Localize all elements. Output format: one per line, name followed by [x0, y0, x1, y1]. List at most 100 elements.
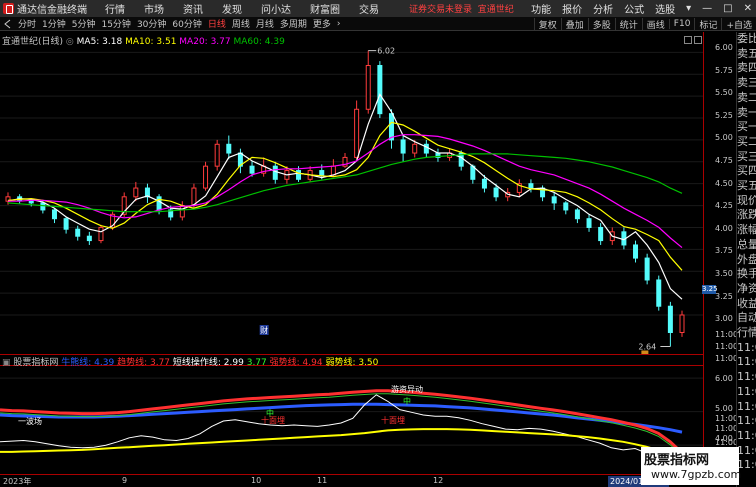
candle-body: [203, 165, 209, 189]
date-label: 12: [433, 476, 444, 485]
hot-money-annotation: 游资异动: [391, 384, 423, 394]
app-title: 通达信金融终端: [17, 5, 87, 16]
price-tick: 3.75: [715, 246, 733, 256]
candle-body: [226, 143, 232, 154]
candle-body: [412, 143, 418, 154]
period-60min[interactable]: 60分钟: [169, 17, 204, 30]
candle-body: [330, 165, 336, 176]
price-axis: 6.00 5.75 5.50 5.25 5.00 4.75 4.50 4.25 4.00 3.75…: [703, 32, 739, 474]
stats-button[interactable]: 统计: [614, 17, 642, 31]
candle-body: [40, 202, 46, 211]
price-tick: 4.50: [715, 178, 733, 188]
trend-line: [0, 389, 684, 454]
f10-button[interactable]: F10: [668, 19, 695, 29]
menu-stock-pick[interactable]: 选股: [655, 1, 675, 16]
menu-function[interactable]: 功能: [531, 1, 551, 16]
quote-field: 涨幅: [737, 223, 756, 237]
candle-body: [388, 113, 394, 141]
candle-body: [98, 226, 104, 242]
menu-ask[interactable]: 问小达: [261, 1, 291, 16]
overlay-button[interactable]: 叠加: [560, 17, 588, 31]
menubar: 通达信金融终端 行情 市场 资讯 发现 问小达 财富圈 交易 证券交易未登录 宜…: [0, 0, 756, 17]
candle-body: [644, 257, 650, 281]
price-tick: 3.50: [715, 269, 733, 278]
menu-discover[interactable]: 发现: [222, 1, 242, 16]
login-warning[interactable]: 证券交易未登录 宜通世纪: [409, 2, 514, 15]
quote-field: 11:00: [737, 399, 756, 413]
menu-analysis[interactable]: 分析: [593, 1, 613, 16]
date-label: 11: [317, 476, 328, 485]
mark-button[interactable]: 标记: [694, 17, 721, 31]
maximize-icon[interactable]: □: [723, 3, 732, 14]
price-tick: 5.50: [715, 88, 733, 98]
indicator-tick: 6.00: [715, 374, 733, 383]
menu-formula[interactable]: 公式: [624, 1, 644, 16]
time-tick: 11:00: [715, 330, 739, 339]
candle-body: [377, 65, 383, 115]
chevron-right-icon[interactable]: ›: [334, 19, 344, 29]
price-tick: 3.00: [715, 314, 733, 324]
menu-quote[interactable]: 报价: [562, 1, 582, 16]
menu-bazaar[interactable]: 市场: [144, 1, 164, 16]
period-1min[interactable]: 1分钟: [39, 17, 69, 30]
multi-stock-button[interactable]: 多股: [587, 17, 615, 31]
period-tick[interactable]: 分时: [15, 17, 39, 30]
back-icon[interactable]: [3, 19, 13, 29]
quote-field: 买一: [737, 120, 756, 134]
quote-field: 11:00: [737, 355, 756, 369]
quote-field: 总量: [737, 237, 756, 251]
candle-body: [481, 178, 487, 189]
draw-line-button[interactable]: 画线: [641, 17, 669, 31]
quote-field: 外盘: [737, 252, 756, 266]
minimize-icon[interactable]: —: [702, 3, 712, 14]
period-toolbar: 分时 1分钟 5分钟 15分钟 30分钟 60分钟 日线 周线 月线 多周期 更…: [0, 17, 756, 31]
candle-body: [296, 170, 302, 180]
menu-trade[interactable]: 交易: [359, 1, 379, 16]
restore-rights-button[interactable]: 复权: [533, 17, 561, 31]
quote-field: 11:00: [737, 414, 756, 428]
price-candlestick-chart[interactable]: 6.02 2.64 财: [0, 32, 703, 354]
candle-body: [528, 183, 534, 189]
quote-field: 自动: [737, 311, 756, 325]
quote-field: 买四: [737, 164, 756, 178]
period-30min[interactable]: 30分钟: [134, 17, 169, 30]
quote-field: 11:00: [737, 443, 756, 457]
candle-body: [75, 228, 81, 237]
period-5min[interactable]: 5分钟: [69, 17, 99, 30]
quote-field: 涨跌: [737, 208, 756, 222]
add-watchlist-button[interactable]: +自选: [721, 17, 756, 31]
quote-field: 卖一: [737, 105, 756, 119]
price-tick: 4.75: [715, 156, 733, 165]
close-icon[interactable]: ✕: [744, 3, 752, 14]
app-logo-icon: [3, 3, 14, 14]
candle-body: [179, 205, 185, 218]
toolbar-right: 复权 叠加 多股 统计 画线 F10 标记 +自选: [533, 17, 756, 31]
quote-field: 现价: [737, 193, 756, 207]
indicator-line-chart[interactable]: 一波场游资异动中中十面埋 十面埋: [0, 366, 703, 474]
period-15min[interactable]: 15分钟: [98, 17, 133, 30]
price-tick: 5.75: [715, 65, 733, 75]
menu-news[interactable]: 资讯: [183, 1, 203, 16]
candle-body: [365, 65, 371, 110]
candle-body: [493, 187, 499, 198]
date-label: 9: [122, 476, 128, 485]
watermark: 股票指标网 www.7gpzb.com: [641, 447, 741, 485]
quote-field: 行情: [737, 326, 756, 340]
quote-field: 11:00: [737, 370, 756, 384]
candle-body: [319, 170, 325, 176]
quote-field: 11:00: [737, 384, 756, 398]
period-more[interactable]: 更多: [310, 17, 334, 30]
ma20-line: [8, 134, 683, 249]
settings-icon[interactable]: ▾: [686, 3, 691, 14]
period-daily[interactable]: 日线: [205, 17, 229, 30]
menu-right: 功能 报价 分析 公式 选股 ▾ — □ ✕: [520, 1, 756, 16]
period-monthly[interactable]: 月线: [253, 17, 277, 30]
quote-side-panel: 委比卖五卖四卖三卖二卖一买一买二买三买四买五现价涨跌涨幅总量外盘换手净资收益自动…: [736, 32, 756, 487]
candle-body: [598, 226, 604, 242]
period-weekly[interactable]: 周线: [229, 17, 253, 30]
candle-body: [563, 202, 569, 211]
finance-marker-label: 财: [260, 325, 268, 335]
period-multi[interactable]: 多周期: [277, 17, 310, 30]
menu-market[interactable]: 行情: [105, 1, 125, 16]
menu-wealth[interactable]: 财富圈: [310, 1, 340, 16]
